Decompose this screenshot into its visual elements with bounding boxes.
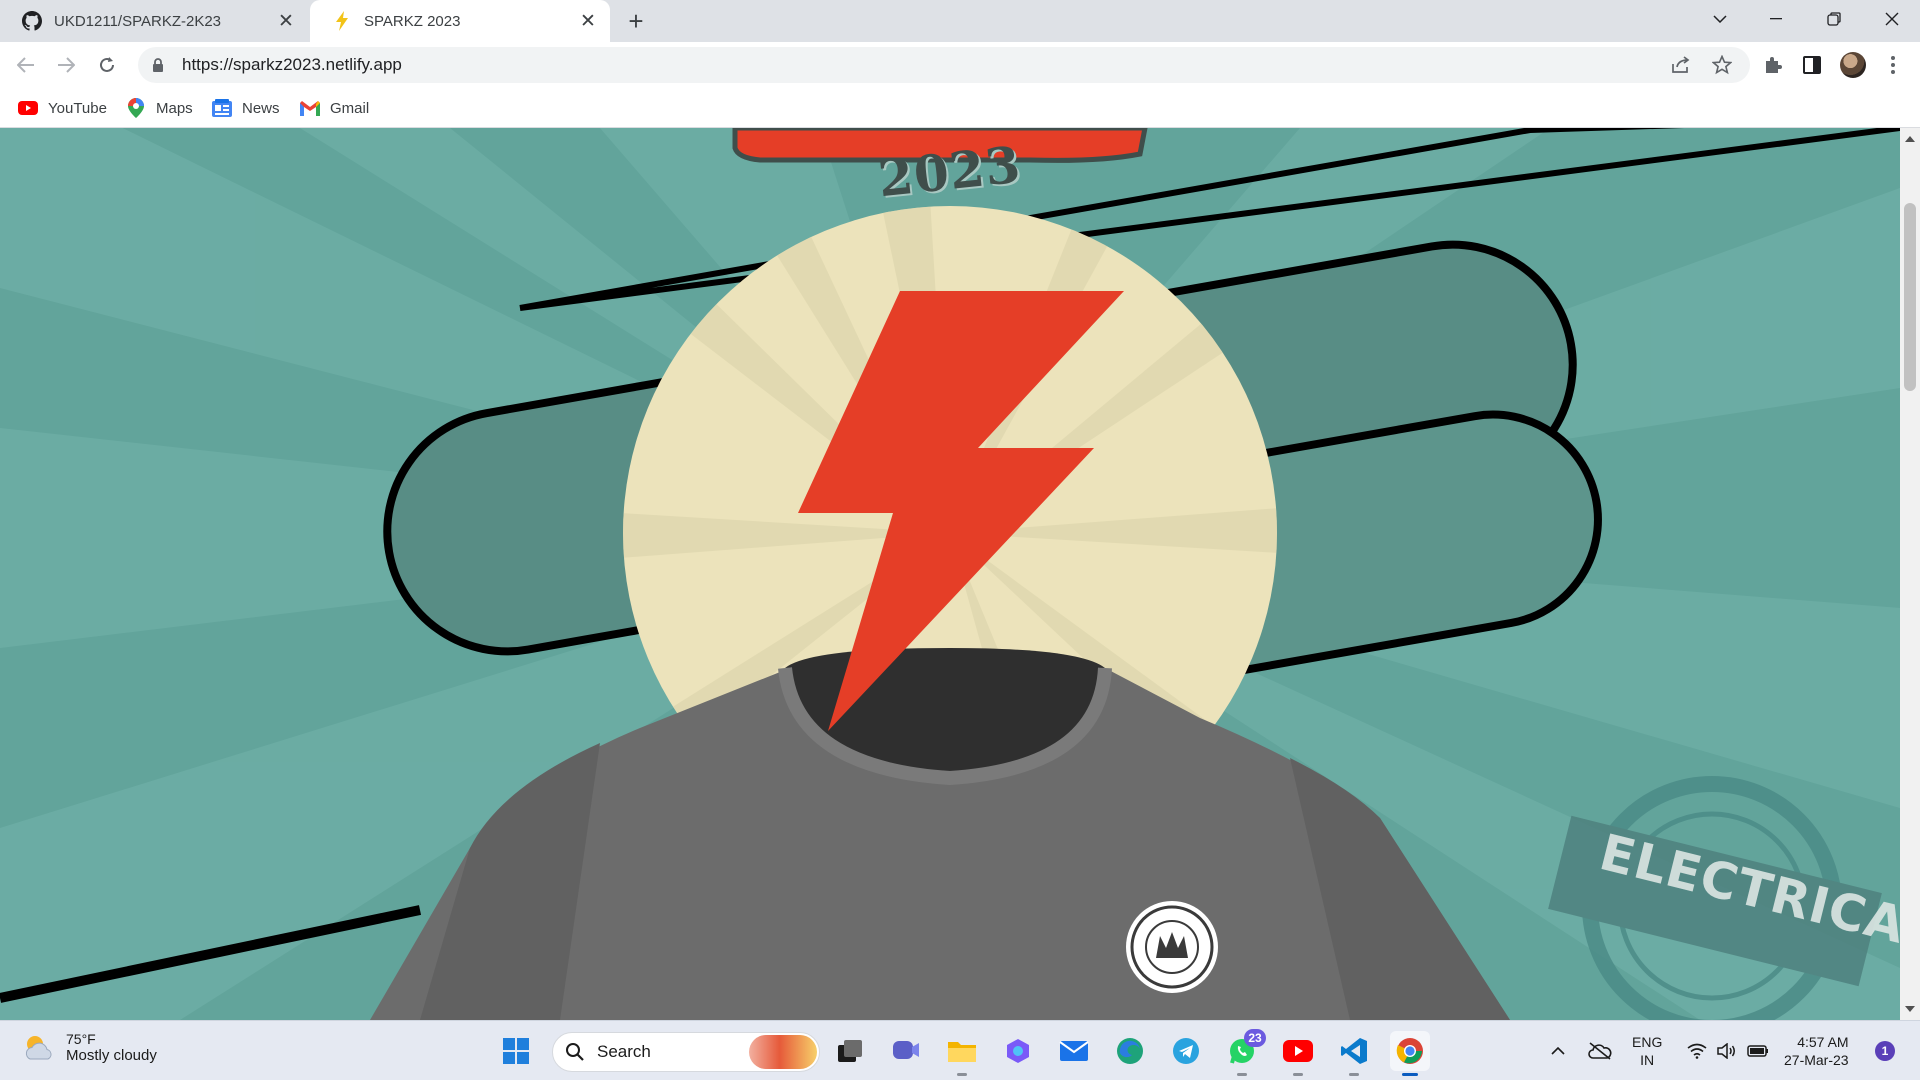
running-indicator — [957, 1073, 967, 1076]
address-bar[interactable]: https://sparkz2023.netlify.app — [138, 47, 1750, 83]
forward-button[interactable] — [52, 51, 80, 79]
task-view-icon[interactable] — [830, 1031, 870, 1071]
language-indicator[interactable]: ENG IN — [1632, 1033, 1662, 1069]
hero-artwork — [0, 128, 1900, 1020]
page-viewport: 2023 ELECTRICAL — [0, 128, 1900, 1020]
scroll-up-arrow[interactable] — [1905, 136, 1915, 142]
bookmark-label: YouTube — [48, 99, 107, 117]
bookmarks-bar: YouTube Maps News Gmail — [0, 88, 1920, 128]
chrome-menu-icon[interactable] — [1878, 50, 1908, 80]
bookmark-youtube[interactable]: YouTube — [18, 96, 107, 120]
wifi-icon[interactable] — [1684, 1031, 1710, 1071]
back-button[interactable] — [12, 51, 40, 79]
start-button[interactable] — [496, 1031, 536, 1071]
mail-icon[interactable] — [1054, 1031, 1094, 1071]
google-news-icon — [212, 98, 232, 118]
tab-github[interactable]: UKD1211/SPARKZ-2K23 ✕ — [0, 0, 308, 42]
whatsapp-icon[interactable]: 23 — [1222, 1029, 1266, 1076]
scroll-down-arrow[interactable] — [1905, 1006, 1915, 1012]
youtube-app-icon[interactable] — [1278, 1031, 1318, 1076]
page-scrollbar[interactable] — [1900, 128, 1920, 1020]
file-explorer-icon[interactable] — [942, 1031, 982, 1076]
search-highlight-icon — [749, 1035, 817, 1069]
youtube-icon — [18, 98, 38, 118]
reload-button[interactable] — [93, 51, 121, 79]
search-icon — [565, 1042, 585, 1062]
lock-icon[interactable] — [152, 57, 166, 73]
cloudy-weather-icon — [22, 1033, 56, 1063]
clock-time: 4:57 AM — [1797, 1034, 1849, 1050]
vscode-icon[interactable] — [1334, 1031, 1374, 1076]
battery-icon[interactable] — [1744, 1031, 1772, 1071]
share-icon[interactable] — [1666, 50, 1696, 80]
onedrive-offline-icon[interactable] — [1584, 1031, 1616, 1071]
clock-date: 27-Mar-23 — [1784, 1052, 1849, 1068]
scroll-thumb[interactable] — [1904, 203, 1916, 391]
bookmark-news[interactable]: News — [212, 96, 280, 120]
weather-widget[interactable]: 75°F Mostly cloudy — [22, 1031, 157, 1064]
running-indicator — [1349, 1073, 1359, 1076]
running-indicator — [1293, 1073, 1303, 1076]
lightning-bolt-icon — [332, 11, 352, 31]
url-text: https://sparkz2023.netlify.app — [182, 55, 402, 74]
running-indicator — [1402, 1073, 1418, 1076]
bookmark-label: Gmail — [330, 99, 370, 117]
gmail-icon — [300, 98, 320, 118]
copilot-icon[interactable] — [998, 1031, 1038, 1071]
whatsapp-badge: 23 — [1244, 1029, 1266, 1047]
github-icon — [22, 11, 42, 31]
notification-center[interactable]: 1 — [1872, 1031, 1898, 1071]
bookmark-maps[interactable]: Maps — [126, 96, 193, 120]
close-window-button[interactable] — [1870, 0, 1914, 38]
volume-icon[interactable] — [1714, 1031, 1740, 1071]
notification-count: 1 — [1875, 1041, 1895, 1061]
close-tab-icon[interactable]: ✕ — [274, 9, 298, 33]
clock[interactable]: 4:57 AM 27-Mar-23 — [1784, 1033, 1849, 1069]
side-panel-icon[interactable] — [1797, 50, 1827, 80]
search-label: Search — [597, 1042, 651, 1061]
extensions-icon[interactable] — [1758, 50, 1788, 80]
new-tab-button[interactable]: + — [622, 6, 650, 36]
region-code: IN — [1640, 1052, 1655, 1068]
telegram-icon[interactable] — [1166, 1031, 1206, 1071]
tab-search-chevron-icon[interactable] — [1698, 0, 1742, 38]
weather-temperature: 75°F — [66, 1031, 96, 1047]
language-code: ENG — [1632, 1034, 1663, 1050]
profile-avatar[interactable] — [1838, 50, 1868, 80]
browser-toolbar: https://sparkz2023.netlify.app — [0, 42, 1920, 88]
maps-pin-icon — [126, 98, 146, 118]
running-indicator — [1237, 1073, 1247, 1076]
bookmark-gmail[interactable]: Gmail — [300, 96, 369, 120]
teams-chat-icon[interactable] — [886, 1031, 926, 1071]
bookmark-star-icon[interactable] — [1707, 50, 1737, 80]
close-tab-icon[interactable]: ✕ — [576, 9, 600, 33]
minimize-button[interactable] — [1754, 0, 1798, 38]
tab-strip: UKD1211/SPARKZ-2K23 ✕ SPARKZ 2023 ✕ + — [0, 0, 1920, 42]
tab-title: SPARKZ 2023 — [364, 12, 461, 30]
edge-browser-icon[interactable] — [1110, 1031, 1150, 1071]
tray-overflow-chevron-icon[interactable] — [1544, 1031, 1572, 1071]
bookmark-label: Maps — [156, 99, 193, 117]
windows-taskbar: 75°F Mostly cloudy Search 23 ENG IN 4:57… — [0, 1020, 1920, 1080]
taskbar-search[interactable]: Search — [552, 1032, 820, 1072]
tab-sparkz[interactable]: SPARKZ 2023 ✕ — [310, 0, 610, 42]
restore-button[interactable] — [1812, 0, 1856, 38]
bookmark-label: News — [242, 99, 280, 117]
chrome-icon[interactable] — [1390, 1031, 1430, 1076]
tab-title: UKD1211/SPARKZ-2K23 — [54, 12, 222, 30]
weather-condition: Mostly cloudy — [66, 1047, 157, 1064]
